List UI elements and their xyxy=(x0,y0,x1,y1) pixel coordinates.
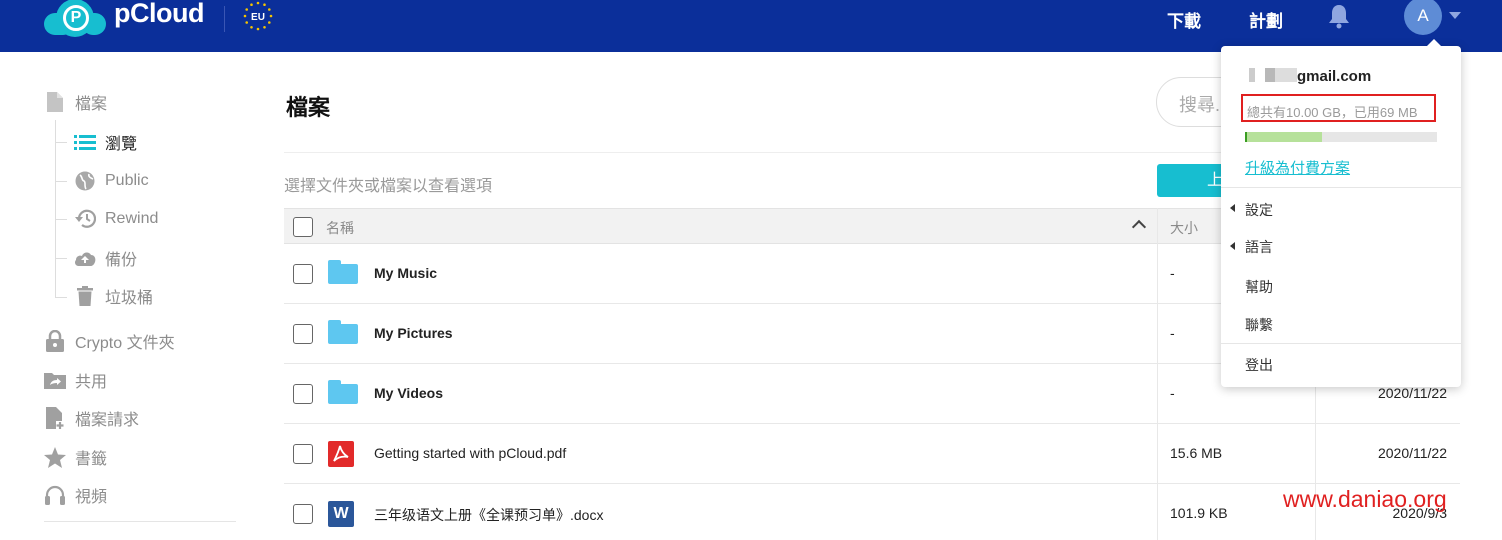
sidebar-item-rewind[interactable]: Rewind xyxy=(74,207,158,231)
tree-line xyxy=(55,120,56,298)
star-icon xyxy=(44,446,66,468)
plans-link[interactable]: 計劃 xyxy=(1249,7,1283,32)
account-email: gmail.com xyxy=(1245,68,1371,85)
sidebar-item-label: Public xyxy=(105,172,149,189)
cloud-upload-icon xyxy=(74,247,96,269)
sidebar-item-backup[interactable]: 備份 xyxy=(74,246,137,270)
redacted-email xyxy=(1245,68,1297,82)
word-icon: W xyxy=(328,501,358,529)
history-icon xyxy=(74,208,96,230)
caret-left-icon xyxy=(1230,204,1235,212)
page-title: 檔案 xyxy=(286,95,331,120)
storage-quota: 總共有10.00 GB，已用69 MB xyxy=(1247,105,1418,120)
sidebar-item-label: 垃圾桶 xyxy=(105,290,154,307)
pdf-icon xyxy=(328,441,358,469)
row-checkbox[interactable] xyxy=(293,444,313,464)
row-checkbox[interactable] xyxy=(293,324,313,344)
folder-icon xyxy=(328,380,358,408)
row-checkbox[interactable] xyxy=(293,504,313,524)
sidebar-item-videos[interactable]: 視頻 xyxy=(44,483,107,507)
sidebar-item-trash[interactable]: 垃圾桶 xyxy=(74,284,153,308)
eu-region-icon: EU xyxy=(242,0,274,32)
selection-hint: 選擇文件夾或檔案以查看選項 xyxy=(284,178,493,195)
sidebar-item-label: 視頻 xyxy=(75,489,108,506)
file-size: - xyxy=(1170,265,1175,281)
folder-icon xyxy=(328,260,358,288)
upgrade-link[interactable]: 升級為付費方案 xyxy=(1245,157,1350,178)
select-all-checkbox[interactable] xyxy=(293,217,313,237)
download-link[interactable]: 下載 xyxy=(1167,7,1201,32)
menu-item-logout[interactable]: 登出 xyxy=(1245,355,1273,375)
table-row[interactable]: Getting started with pCloud.pdf 15.6 MB … xyxy=(284,424,1460,484)
menu-item-contact[interactable]: 聯繫 xyxy=(1245,315,1273,335)
cloud-logo-icon: P xyxy=(44,0,106,37)
folder-icon xyxy=(328,320,358,348)
globe-icon xyxy=(74,170,96,192)
file-size: 101.9 KB xyxy=(1170,505,1228,521)
sidebar-item-label: 瀏覽 xyxy=(105,136,138,153)
sidebar: 檔案 瀏覽 Public Rewind 備份 垃圾桶 Crypto 文件夾 共用… xyxy=(0,52,250,540)
file-name[interactable]: 三年级语文上册《全课预习单》.docx xyxy=(374,505,603,525)
sort-up-icon[interactable] xyxy=(1131,219,1147,235)
bell-icon[interactable] xyxy=(1328,3,1350,29)
menu-item-help[interactable]: 幫助 xyxy=(1245,277,1273,297)
column-header-name[interactable]: 名稱 xyxy=(326,218,354,238)
sidebar-item-label: 書籤 xyxy=(75,451,108,468)
account-menu: gmail.com 總共有10.00 GB，已用69 MB 升級為付費方案 設定… xyxy=(1221,39,1461,387)
share-folder-icon xyxy=(44,369,66,391)
chevron-down-icon[interactable] xyxy=(1449,12,1461,19)
sidebar-item-label: 檔案 xyxy=(75,96,108,113)
watermark: www.daniao.org xyxy=(1283,486,1447,512)
row-checkbox[interactable] xyxy=(293,384,313,404)
quota-highlight: 總共有10.00 GB，已用69 MB xyxy=(1241,94,1436,122)
trash-icon xyxy=(74,285,96,307)
sidebar-item-file-requests[interactable]: 檔案請求 xyxy=(44,406,139,430)
row-checkbox[interactable] xyxy=(293,264,313,284)
sidebar-item-label: 共用 xyxy=(75,374,108,391)
file-name[interactable]: My Music xyxy=(374,265,437,281)
file-request-icon xyxy=(44,407,66,429)
headphones-icon xyxy=(44,484,66,506)
eu-badge-text: EU xyxy=(251,12,265,23)
file-date: 2020/11/22 xyxy=(1377,445,1447,461)
file-name[interactable]: My Videos xyxy=(374,385,443,401)
file-name[interactable]: My Pictures xyxy=(374,325,453,341)
sidebar-item-browse[interactable]: 瀏覽 xyxy=(74,130,137,154)
pcloud-logo[interactable]: P pCloud xyxy=(44,0,204,38)
sidebar-item-shared[interactable]: 共用 xyxy=(44,368,107,392)
file-size: - xyxy=(1170,325,1175,341)
sidebar-item-files[interactable]: 檔案 xyxy=(44,90,107,114)
list-icon xyxy=(74,131,96,153)
file-size: 15.6 MB xyxy=(1170,445,1223,461)
sidebar-divider xyxy=(44,521,236,522)
menu-item-settings[interactable]: 設定 xyxy=(1245,200,1273,220)
sidebar-item-bookmarks[interactable]: 書籤 xyxy=(44,445,107,469)
avatar[interactable]: A xyxy=(1404,0,1442,35)
file-date: 2020/11/22 xyxy=(1377,385,1447,401)
sidebar-item-label: Crypto 文件夾 xyxy=(75,335,175,352)
menu-item-language[interactable]: 語言 xyxy=(1245,237,1273,257)
top-bar: P pCloud EU 下載 計劃 A xyxy=(0,0,1502,52)
storage-usage-bar xyxy=(1245,132,1437,142)
sidebar-item-crypto[interactable]: Crypto 文件夾 xyxy=(44,329,175,353)
caret-left-icon xyxy=(1230,242,1235,250)
sidebar-item-public[interactable]: Public xyxy=(74,169,149,193)
file-name[interactable]: Getting started with pCloud.pdf xyxy=(374,445,566,461)
sidebar-item-label: 檔案請求 xyxy=(75,412,140,429)
logo-text: pCloud xyxy=(114,0,204,28)
sidebar-item-label: Rewind xyxy=(105,210,159,227)
file-icon xyxy=(44,91,66,113)
logo-divider xyxy=(224,6,225,32)
column-header-size[interactable]: 大小 xyxy=(1170,218,1198,238)
file-size: - xyxy=(1170,385,1175,401)
sidebar-item-label: 備份 xyxy=(105,252,138,269)
lock-icon xyxy=(44,330,66,352)
